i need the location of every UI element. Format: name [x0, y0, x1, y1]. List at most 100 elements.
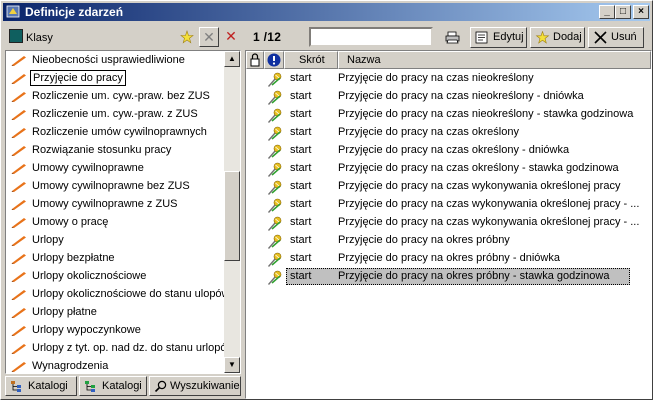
delete-button[interactable]: Usuń	[588, 27, 644, 48]
pencil-icon	[11, 272, 26, 282]
event-icon	[268, 144, 282, 159]
tab-katalogi-1-label: Katalogi	[28, 380, 68, 392]
class-item[interactable]: Umowy cywilnoprawne	[6, 159, 224, 177]
magnifier-icon	[154, 380, 167, 392]
cell-nazwa: Przyjęcie do pracy na okres próbny	[338, 234, 510, 246]
scroll-thumb[interactable]	[224, 171, 240, 261]
table-row[interactable]: start Przyjęcie do pracy na czas wykonywa…	[246, 214, 651, 232]
class-item[interactable]: Umowy cywilnoprawne bez ZUS	[6, 177, 224, 195]
delete-class-button[interactable]: ✕	[221, 27, 241, 47]
table-row[interactable]: start Przyjęcie do pracy na czas nieokreś…	[246, 70, 651, 88]
class-item-label: Umowy cywilnoprawne bez ZUS	[32, 180, 190, 192]
class-item[interactable]: Urlopy okolicznościowe do stanu ulopów	[6, 285, 224, 303]
pencil-icon	[11, 290, 26, 300]
cell-nazwa: Przyjęcie do pracy na czas określony	[338, 126, 519, 138]
class-item-label: Przyjęcie do pracy	[30, 70, 126, 86]
minimize-button[interactable]: _	[599, 5, 615, 19]
edit-button-label: Edytuj	[493, 31, 524, 43]
class-item[interactable]: Urlopy wypoczynkowe	[6, 321, 224, 339]
add-class-button[interactable]	[177, 27, 197, 47]
scroll-up-button[interactable]: ▲	[224, 51, 240, 67]
table-row[interactable]: start Przyjęcie do pracy na okres próbny …	[246, 250, 651, 268]
class-item[interactable]: Nieobecności usprawiedliwione	[6, 51, 224, 69]
cell-nazwa: Przyjęcie do pracy na czas określony - d…	[338, 144, 570, 156]
column-header-skrot[interactable]: Skrót	[284, 51, 338, 69]
pencil-icon	[11, 146, 26, 156]
title-bar[interactable]: Definicje zdarzeń _ □ ×	[3, 3, 650, 21]
events-grid[interactable]: Skrót Nazwa start Przyjęcie do pracy na c…	[245, 50, 652, 399]
cell-nazwa: Przyjęcie do pracy na czas nieokreślony …	[338, 90, 584, 102]
search-input[interactable]	[309, 27, 433, 47]
class-item[interactable]: Urlopy	[6, 231, 224, 249]
lock-column-header[interactable]	[246, 51, 264, 69]
class-item[interactable]: Wynagrodzenia	[6, 357, 224, 373]
app-icon	[6, 5, 20, 18]
table-row[interactable]: start Przyjęcie do pracy na czas nieokreś…	[246, 106, 651, 124]
pencil-icon	[11, 56, 26, 66]
table-row[interactable]: start Przyjęcie do pracy na czas wykonywa…	[246, 178, 651, 196]
pencil-icon	[11, 344, 26, 354]
close-button[interactable]: ×	[633, 5, 649, 19]
class-item[interactable]: Rozliczenie um. cyw.-praw. z ZUS	[6, 105, 224, 123]
cell-skrot: start	[290, 162, 312, 174]
scroll-down-button[interactable]: ▼	[224, 357, 240, 373]
maximize-button[interactable]: □	[615, 5, 631, 19]
tab-katalogi-2[interactable]: Katalogi	[79, 376, 147, 396]
record-counter: 1 /12	[253, 30, 282, 44]
pencil-icon	[11, 200, 26, 210]
vertical-scrollbar[interactable]: ▲ ▼	[224, 51, 240, 373]
column-header-nazwa[interactable]: Nazwa	[338, 51, 651, 69]
cell-nazwa: Przyjęcie do pracy na czas wykonywania o…	[338, 216, 640, 228]
edit-button[interactable]: Edytuj	[470, 27, 527, 48]
table-row[interactable]: start Przyjęcie do pracy na czas określon…	[246, 142, 651, 160]
class-item[interactable]: Rozwiązanie stosunku pracy	[6, 141, 224, 159]
cell-skrot: start	[290, 216, 312, 228]
cut-class-button[interactable]: ✕	[199, 27, 219, 47]
tree-icon	[85, 381, 95, 392]
table-row[interactable]: start Przyjęcie do pracy na okres próbny	[246, 232, 651, 250]
cell-skrot: start	[290, 72, 312, 84]
class-item-label: Umowy o pracę	[32, 216, 109, 228]
tab-katalogi-1[interactable]: Katalogi	[5, 376, 77, 396]
alert-icon	[267, 53, 281, 67]
table-row[interactable]: start Przyjęcie do pracy na czas określon…	[246, 124, 651, 142]
class-item-label: Urlopy płatne	[32, 306, 97, 318]
classes-toolbar: Klasy ✕ ✕	[5, 26, 243, 48]
add-button[interactable]: Dodaj	[530, 27, 585, 48]
classes-list[interactable]: Nieobecności usprawiedliwione Przyjęcie d…	[5, 50, 241, 374]
bottom-tabs: Katalogi Katalogi Wyszukiwanie	[5, 375, 241, 397]
cell-skrot: start	[290, 108, 312, 120]
class-item[interactable]: Urlopy okolicznościowe	[6, 267, 224, 285]
class-item[interactable]: Urlopy z tyt. op. nad dz. do stanu urlop…	[6, 339, 224, 357]
table-row[interactable]: start Przyjęcie do pracy na czas nieokreś…	[246, 88, 651, 106]
class-item[interactable]: Umowy cywilnoprawne z ZUS	[6, 195, 224, 213]
tab-wyszukiwanie[interactable]: Wyszukiwanie	[149, 376, 241, 396]
class-item-label: Urlopy bezpłatne	[32, 252, 115, 264]
class-item-label: Umowy cywilnoprawne z ZUS	[32, 198, 178, 210]
star-icon	[180, 30, 194, 44]
class-item[interactable]: Urlopy płatne	[6, 303, 224, 321]
window-title: Definicje zdarzeń	[25, 5, 124, 19]
cell-skrot: start	[290, 252, 312, 264]
table-row[interactable]: start Przyjęcie do pracy na czas określon…	[246, 160, 651, 178]
class-item[interactable]: Urlopy bezpłatne	[6, 249, 224, 267]
event-icon	[268, 216, 282, 231]
class-item[interactable]: Umowy o pracę	[6, 213, 224, 231]
star-icon	[535, 31, 550, 44]
class-item[interactable]: Rozliczenie umów cywilnoprawnych	[6, 123, 224, 141]
app-window: Definicje zdarzeń _ □ × Klasy ✕ ✕ Nieobe…	[0, 0, 653, 400]
class-item[interactable]: Rozliczenie um. cyw.-praw. bez ZUS	[6, 87, 224, 105]
cell-skrot: start	[290, 126, 312, 138]
cell-skrot: start	[290, 144, 312, 156]
table-row[interactable]: start Przyjęcie do pracy na okres próbny …	[246, 268, 651, 286]
pencil-icon	[11, 326, 26, 336]
class-item[interactable]: Przyjęcie do pracy	[6, 69, 224, 87]
event-icon	[268, 72, 282, 87]
table-row[interactable]: start Przyjęcie do pracy na czas wykonywa…	[246, 196, 651, 214]
class-item-label: Umowy cywilnoprawne	[32, 162, 144, 174]
class-item-label: Rozliczenie um. cyw.-praw. z ZUS	[32, 108, 198, 120]
alert-column-header[interactable]	[264, 51, 284, 69]
class-item-label: Wynagrodzenia	[32, 360, 109, 372]
cell-nazwa: Przyjęcie do pracy na czas nieokreślony	[338, 72, 534, 84]
print-button[interactable]	[440, 27, 464, 48]
